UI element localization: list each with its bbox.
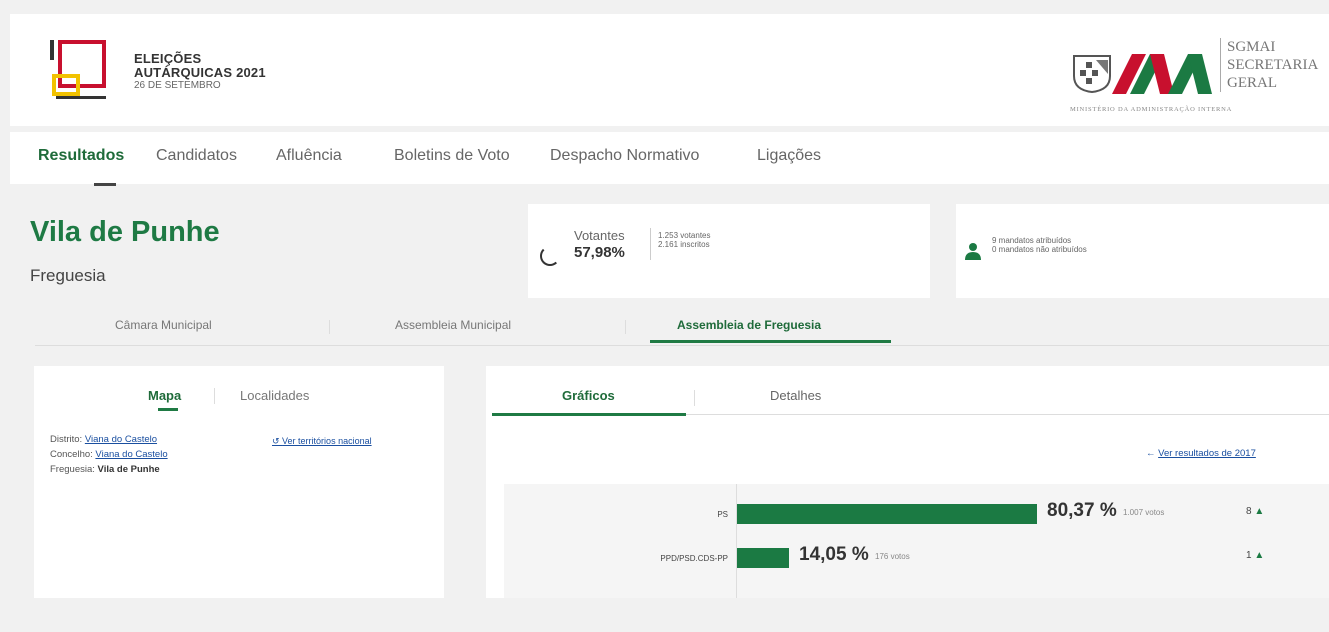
previous-results-link[interactable]: ← Ver resultados de 2017 [1146,448,1256,459]
freguesia-label: Freguesia: [50,464,95,475]
voters-label: Votantes [574,228,625,243]
distrito-link[interactable]: Viana do Castelo [85,434,157,445]
nav-afluencia[interactable]: Afluência [276,147,342,165]
registered-count: 2.161 inscritos [658,240,710,249]
sgmai-logo[interactable]: SGMAI SECRETARIA GERAL MINISTÉRIO DA ADM… [1070,32,1329,127]
result-bar [737,504,1037,524]
place-title: Vila de Punhe [30,216,220,248]
distrito-row: Distrito: Viana do Castelo [50,434,157,445]
tab-divider [694,390,695,406]
portugal-shield-icon [1073,55,1111,94]
result-percent: 80,37 % [1047,500,1117,521]
chart-axis [736,484,737,598]
site-header: ELEIÇÕES AUTÁRQUICAS 2021 26 DE SETEMBRO… [10,14,1329,126]
nav-candidatos[interactable]: Candidatos [156,147,237,165]
elections-logo-icon [50,40,106,99]
voters-count: 1.253 votantes [658,231,711,240]
person-icon [965,243,981,260]
voters-card: Votantes 57,98% 1.253 votantes 2.161 ins… [528,204,930,298]
result-percent: 14,05 % [799,544,869,565]
tab-divider [214,388,215,404]
national-territory-link[interactable]: ↺ Ver territórios nacional [272,436,372,447]
results-chart: PS 80,37 % 1.007 votos 8 ▲ PPD/PSD.CDS-P… [504,484,1329,598]
concelho-row: Concelho: Viana do Castelo [50,449,168,460]
national-territory-label: Ver territórios nacional [282,436,372,446]
turnout-percent: 57,98% [574,244,625,261]
result-votes: 1.007 votos [1123,508,1165,517]
result-seats: 1 ▲ [1246,550,1264,561]
organ-tabs: Câmara Municipal Assembleia Municipal As… [35,310,1329,346]
concelho-label: Concelho: [50,449,93,460]
title-line-2: AUTÁRQUICAS 2021 [134,64,266,80]
mandates-card: 9 mandatos atribuídos 0 mandatos não atr… [956,204,1329,298]
tab-divider [625,320,626,334]
election-date: 26 DE SETEMBRO [134,80,221,92]
tab-localidades[interactable]: Localidades [240,388,309,403]
reset-icon: ↺ [272,436,283,446]
nav-active-indicator [94,183,116,186]
tab-divider [329,320,330,334]
place-type: Freguesia [30,266,106,285]
party-label: PPD/PSD.CDS-PP [660,554,728,563]
elections-title[interactable]: ELEIÇÕES AUTÁRQUICAS 2021 26 DE SETEMBRO [134,52,266,92]
org-line-1: SGMAI [1227,39,1276,55]
title-line-1: ELEIÇÕES [134,51,202,66]
tab-active-indicator [650,340,891,343]
tab-graficos[interactable]: Gráficos [562,388,615,403]
turnout-gauge-icon [540,246,560,266]
result-bar [737,548,789,568]
mandates-not-attributed: 0 mandatos não atribuídos [992,245,1087,254]
sgmai-mark-icon [1112,54,1212,94]
result-votes: 176 votos [875,552,910,561]
org-line-2: SECRETARIA [1227,57,1319,73]
tab-mapa[interactable]: Mapa [148,388,181,403]
tab-detalhes[interactable]: Detalhes [770,388,821,403]
previous-results-label: Ver resultados de 2017 [1158,448,1256,459]
org-name: SGMAI SECRETARIA GERAL [1220,38,1318,92]
freguesia-row: Freguesia: Vila de Punhe [50,464,160,475]
nav-boletins[interactable]: Boletins de Voto [394,147,510,165]
main-nav: Resultados Candidatos Afluência Boletins… [10,132,1329,186]
tab-assembleia-municipal[interactable]: Assembleia Municipal [395,318,511,332]
map-panel: Mapa Localidades Distrito: Viana do Cast… [34,366,444,598]
distrito-label: Distrito: [50,434,83,445]
graficos-tab-indicator [492,413,686,416]
map-tab-indicator [158,408,178,411]
mandates-attributed: 9 mandatos atribuídos [992,236,1072,245]
freguesia-value: Vila de Punhe [97,464,160,475]
result-seats: 8 ▲ [1246,506,1264,517]
nav-resultados[interactable]: Resultados [38,147,124,165]
card-divider [650,228,651,260]
tab-assembleia-freguesia[interactable]: Assembleia de Freguesia [677,318,821,332]
person-icon: ▲ [1254,506,1265,517]
seats-count: 1 [1246,550,1252,561]
concelho-link[interactable]: Viana do Castelo [95,449,167,460]
ministry-name: MINISTÉRIO DA ADMINISTRAÇÃO INTERNA [1070,106,1233,113]
nav-ligacoes[interactable]: Ligações [757,147,821,165]
seats-count: 8 [1246,506,1252,517]
tab-camara-municipal[interactable]: Câmara Municipal [115,318,212,332]
arrow-left-icon: ← [1146,448,1159,459]
party-label: PS [717,510,728,519]
person-icon: ▲ [1254,550,1265,561]
results-panel: Gráficos Detalhes ← Ver resultados de 20… [486,366,1329,598]
nav-despacho[interactable]: Despacho Normativo [550,147,699,165]
org-line-3: GERAL [1227,75,1277,91]
